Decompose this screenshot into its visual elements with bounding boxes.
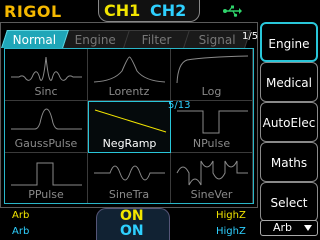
- waveform-label: SineTra: [108, 188, 150, 201]
- ch2-mode: Arb: [12, 226, 30, 237]
- brand-logo: RIGOL: [4, 2, 62, 21]
- ch2-output-state[interactable]: ON: [120, 223, 144, 239]
- tab-normal[interactable]: Normal: [1, 30, 69, 48]
- waveform-label: NPulse: [192, 137, 231, 150]
- ch1-output-state[interactable]: ON: [120, 208, 144, 224]
- waveform-negramp[interactable]: NegRamp: [88, 101, 171, 153]
- ch1-label[interactable]: CH1: [104, 1, 140, 20]
- tab-filter[interactable]: Filter: [123, 30, 191, 48]
- softkey-select[interactable]: Select: [260, 182, 318, 222]
- waveform-lorentz[interactable]: Lorentz: [88, 49, 171, 101]
- menu-page-selector[interactable]: Arb: [260, 220, 318, 236]
- waveform-grid: Sinc Lorentz Log GaussPulse NegRamp NPul…: [4, 48, 254, 204]
- menu-page-label: Arb: [273, 221, 293, 234]
- ch1-mode: Arb: [12, 210, 30, 221]
- tab-label: Normal: [12, 33, 57, 47]
- waveform-label: Log: [201, 85, 222, 98]
- waveform-label: SineVer: [190, 188, 233, 201]
- tab-signal[interactable]: Signal: [183, 30, 251, 48]
- ch2-label[interactable]: CH2: [150, 1, 186, 20]
- category-tabs: Normal Engine Filter Signal: [1, 30, 254, 48]
- waveform-page-indicator: 5/13: [168, 100, 191, 111]
- waveform-sinetra[interactable]: SineTra: [88, 153, 171, 203]
- waveform-label: PPulse: [28, 188, 64, 201]
- waveform-label: Sinc: [34, 85, 58, 98]
- chevron-down-icon: [304, 225, 312, 231]
- softkey-autoelec[interactable]: AutoElec: [260, 102, 318, 142]
- tab-label: Filter: [141, 33, 172, 47]
- waveform-label: GaussPulse: [14, 137, 78, 150]
- softkey-maths[interactable]: Maths: [260, 142, 318, 182]
- softkey-menu: Engine Medical AutoElec Maths Select Arb: [258, 18, 320, 240]
- waveform-sinever[interactable]: SineVer: [171, 153, 253, 203]
- tab-page-indicator: 1/5: [242, 31, 259, 42]
- waveform-log[interactable]: Log: [171, 49, 253, 101]
- tab-label: Signal: [198, 33, 236, 47]
- tab-engine[interactable]: Engine: [61, 30, 131, 48]
- waveform-ppulse[interactable]: PPulse: [5, 153, 88, 203]
- usb-icon: [223, 5, 242, 17]
- status-bar: Arb Arb ON ON HighZ HighZ: [0, 208, 258, 240]
- waveform-label: Lorentz: [108, 85, 150, 98]
- waveform-sinc[interactable]: Sinc: [5, 49, 88, 101]
- ch1-load: HighZ: [216, 210, 246, 221]
- softkey-medical[interactable]: Medical: [260, 62, 318, 102]
- waveform-gausspulse[interactable]: GaussPulse: [5, 101, 88, 153]
- softkey-engine[interactable]: Engine: [260, 22, 318, 62]
- tab-label: Engine: [75, 33, 117, 47]
- ch2-load: HighZ: [216, 226, 246, 237]
- waveform-label: NegRamp: [102, 137, 157, 150]
